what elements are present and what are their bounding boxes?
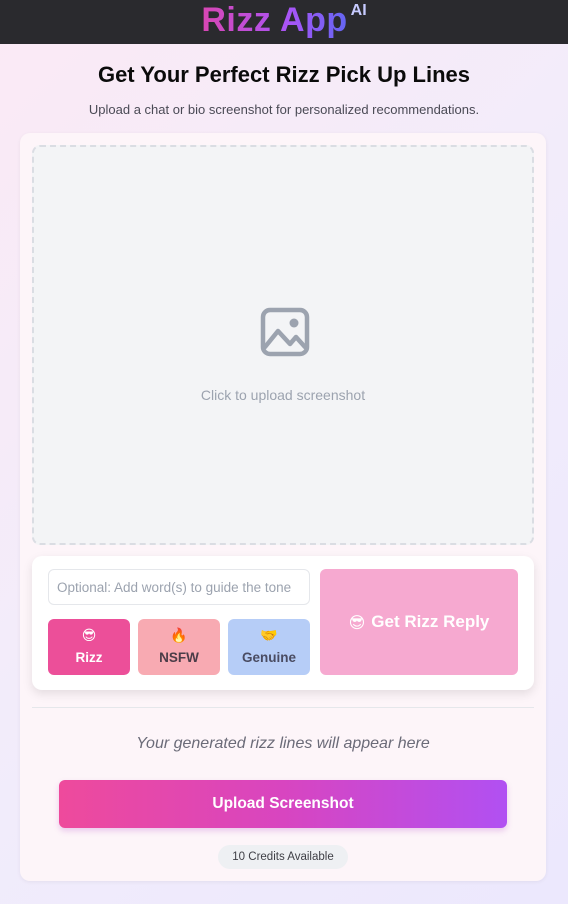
- page-subtitle: Upload a chat or bio screenshot for pers…: [88, 102, 480, 117]
- tone-button-rizz[interactable]: 😎 Rizz: [48, 619, 130, 675]
- tone-label: NSFW: [159, 650, 199, 665]
- get-rizz-reply-button[interactable]: 😎 Get Rizz Reply: [320, 569, 518, 675]
- upload-prompt: Click to upload screenshot: [200, 387, 366, 403]
- brand-superscript: AI: [350, 2, 367, 19]
- divider: [32, 707, 534, 708]
- upload-screenshot-button[interactable]: Upload Screenshot: [59, 780, 507, 828]
- screenshot-upload-dropzone[interactable]: Click to upload screenshot: [32, 145, 534, 545]
- tone-label: Genuine: [241, 650, 296, 665]
- brand-logo: Rizz App AI: [0, 0, 568, 44]
- page-title: Get Your Perfect Rizz Pick Up Lines: [97, 62, 471, 87]
- main-card: Click to upload screenshot 😎 Rizz 🔥 NSFW…: [20, 133, 546, 881]
- fire-icon: 🔥: [170, 628, 188, 644]
- sunglasses-face-icon: 😎: [81, 628, 97, 644]
- tone-guide-input[interactable]: [48, 569, 310, 605]
- brand-name: Rizz App: [201, 1, 348, 39]
- sunglasses-face-icon: 😎: [348, 612, 366, 632]
- tone-label: Rizz: [75, 650, 103, 665]
- tone-button-genuine[interactable]: 🤝 Genuine: [228, 619, 310, 675]
- get-rizz-reply-label: Get Rizz Reply: [371, 612, 490, 631]
- controls-panel: 😎 Rizz 🔥 NSFW 🤝 Genuine 😎 Get Rizz Reply: [32, 556, 534, 690]
- credits-badge: 10 Credits Available: [218, 845, 348, 869]
- handshake-icon: 🤝: [260, 628, 278, 644]
- results-placeholder: Your generated rizz lines will appear he…: [136, 735, 430, 752]
- image-icon: [260, 307, 310, 357]
- tone-button-nsfw[interactable]: 🔥 NSFW: [138, 619, 220, 675]
- upload-screenshot-label: Upload Screenshot: [212, 795, 354, 812]
